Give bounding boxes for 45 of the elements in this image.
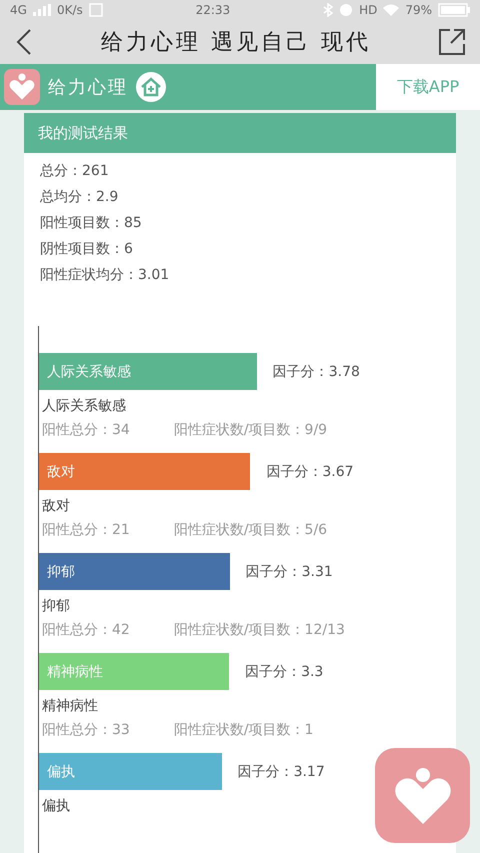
factor-bar: 人际关系敏感 [39, 353, 257, 390]
factor-score: 因子分：3.17 [238, 762, 325, 780]
bluetooth-icon [323, 3, 334, 18]
factor-name: 偏执 [42, 797, 71, 815]
share-icon[interactable] [438, 28, 466, 56]
factor-bar: 抑郁 [39, 553, 230, 590]
symptom-ratio: 阳性症状数/项目数：9/9 [174, 421, 328, 439]
factor-bar: 敌对 [39, 453, 250, 490]
symptom-ratio: 阳性症状数/项目数：12/13 [174, 621, 345, 639]
brand-name: 给力心理 [48, 76, 128, 99]
factor-score: 因子分：3.78 [272, 362, 360, 380]
hd-label: HD [359, 3, 378, 18]
factor-score: 因子分：3.67 [266, 462, 354, 480]
network-type: 4G [10, 3, 27, 18]
symptom-ratio: 阳性症状数/项目数：1 [174, 721, 314, 739]
factor-name: 人际关系敏感 [42, 397, 127, 415]
download-app-button[interactable]: 下载APP [376, 64, 480, 110]
factor-name: 敌对 [42, 497, 71, 515]
signal-icon [32, 4, 51, 16]
square-icon [88, 3, 103, 18]
summary-line: 总均分：2.9 [40, 188, 120, 207]
network-speed: 0K/s [56, 3, 83, 18]
positive-total: 阳性总分：34 [42, 421, 130, 439]
symptom-ratio: 阳性症状数/项目数：5/6 [174, 521, 328, 539]
clock-time: 22:33 [196, 3, 230, 18]
wifi-icon [383, 4, 400, 16]
factor-bar: 精神病性 [39, 653, 230, 690]
card-header: 我的测试结果 [24, 113, 456, 153]
summary-line: 阴性项目数：6 [40, 240, 134, 259]
factor-score: 因子分：3.3 [245, 662, 324, 680]
battery-icon [438, 3, 470, 18]
factor-bar: 偏执 [39, 753, 222, 790]
battery-percent: 79% [405, 3, 432, 18]
factor-score: 因子分：3.31 [246, 562, 333, 580]
summary-line: 总分：261 [40, 162, 110, 181]
summary-line: 阳性症状均分：3.01 [40, 266, 170, 285]
positive-total: 阳性总分：42 [42, 621, 130, 639]
factor-name: 抑郁 [42, 597, 71, 615]
positive-total: 阳性总分：33 [42, 721, 130, 739]
page-title: 给力心理 遇见自己 现代 [100, 29, 372, 58]
positive-total: 阳性总分：21 [42, 521, 130, 539]
factor-name: 精神病性 [42, 697, 99, 715]
summary-line: 阳性项目数：85 [40, 214, 143, 233]
alarm-icon [339, 3, 354, 18]
heart-logo-icon [4, 69, 40, 105]
